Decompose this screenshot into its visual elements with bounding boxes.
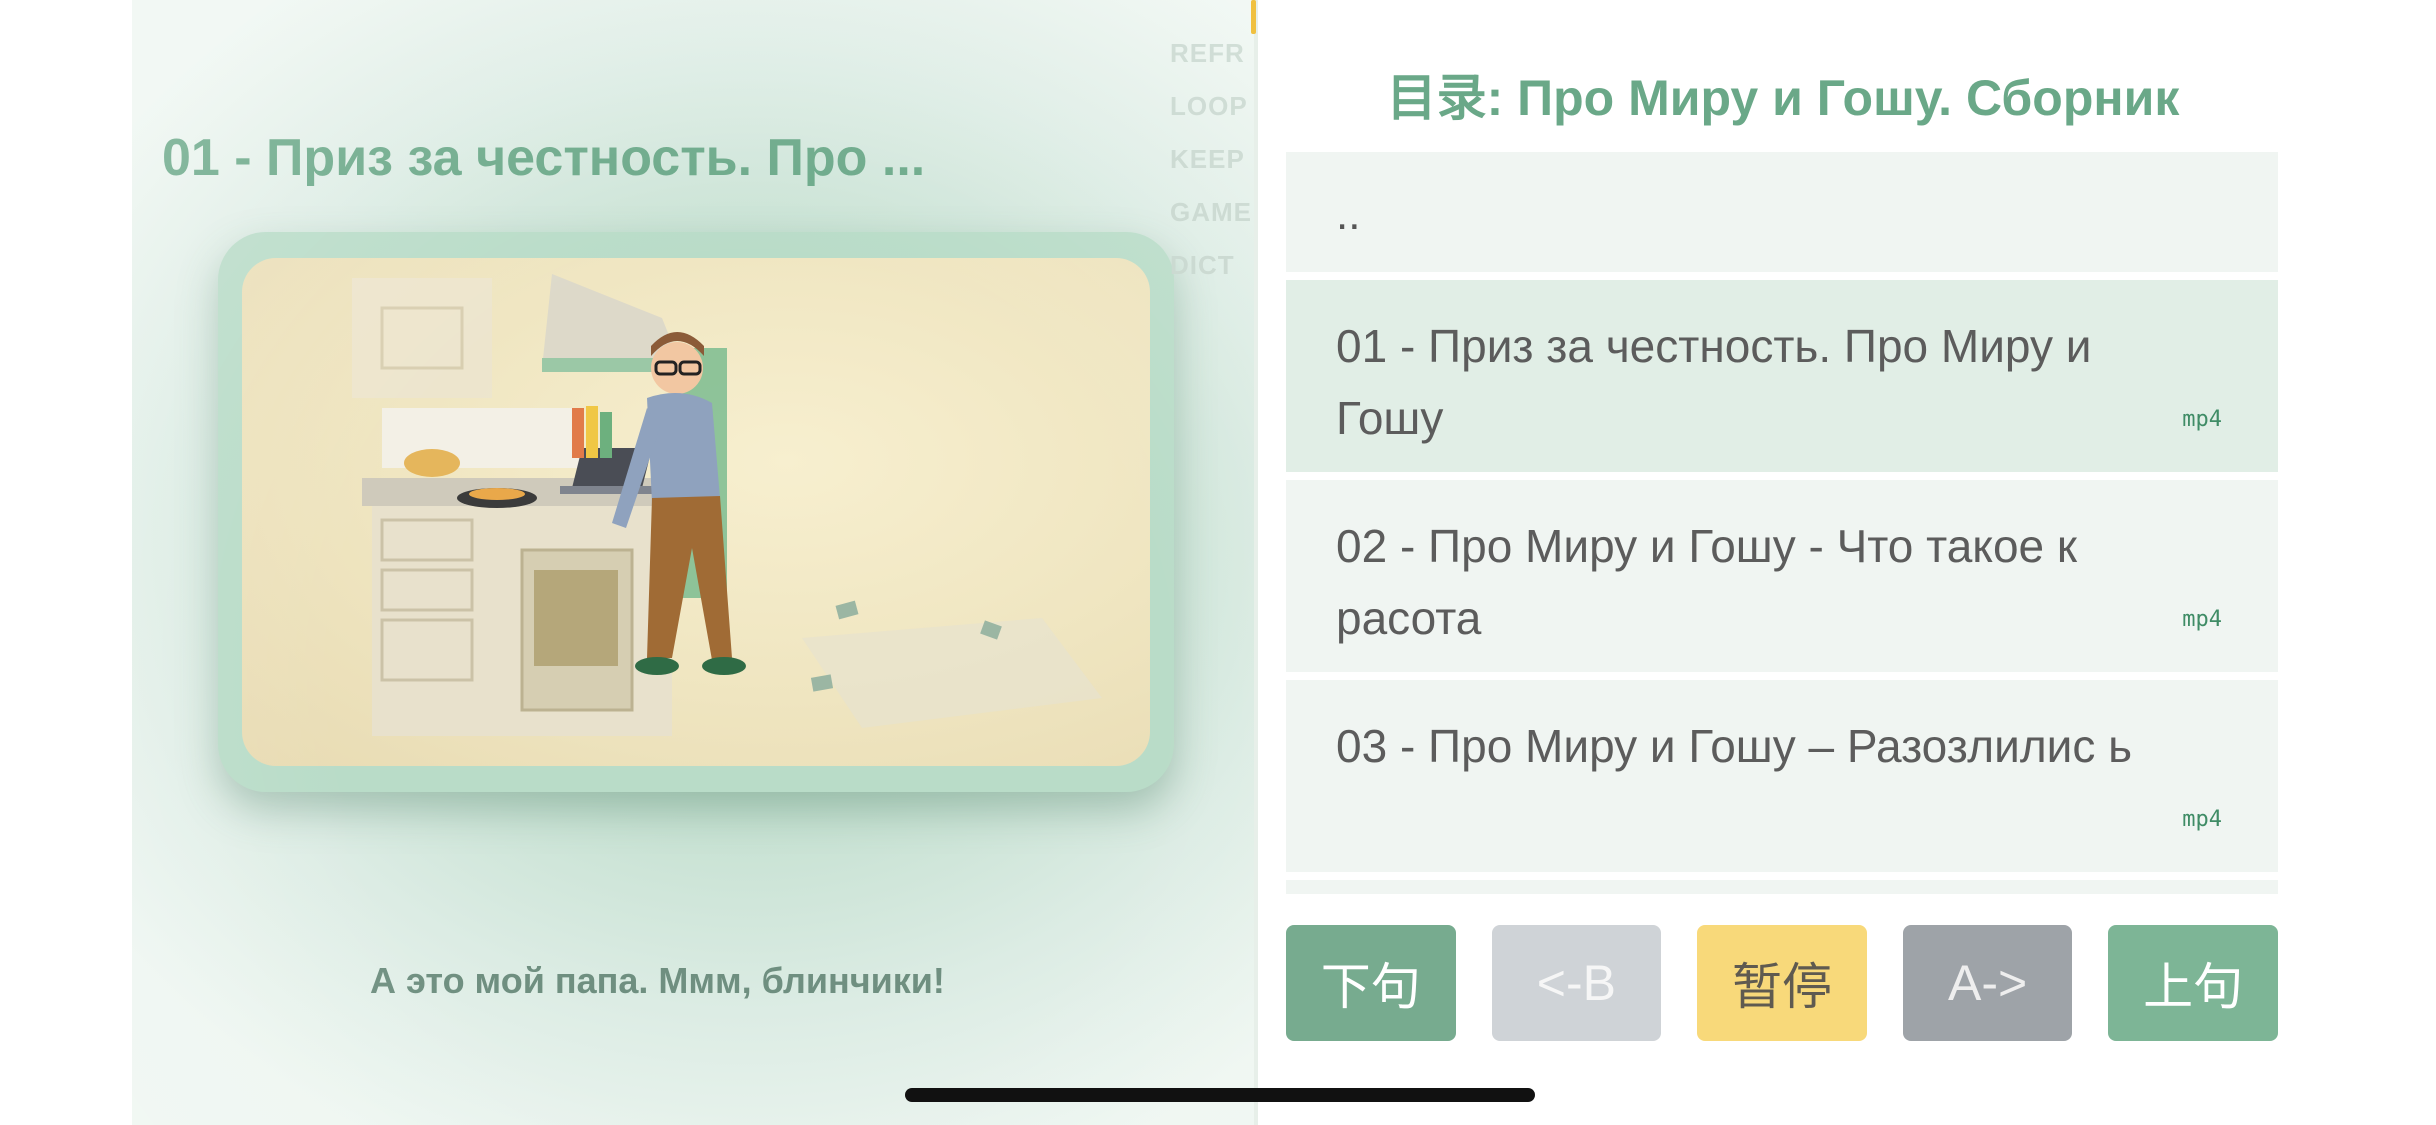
keep-toggle[interactable]: KEEP [1170,144,1252,175]
playback-controls: 下句 <-B 暂停 A-> 上句 [1286,925,2278,1041]
previous-sentence-button[interactable]: 上句 [2108,925,2278,1041]
list-item-label: 01 - Приз за честность. Про Миру и Гошу [1336,320,2092,444]
home-indicator[interactable] [905,1088,1535,1102]
video-frame [218,232,1174,792]
divider-handle[interactable] [1251,0,1256,34]
file-list[interactable]: .. 01 - Приз за честность. Про Миру и Го… [1286,152,2278,894]
list-item[interactable] [1286,880,2278,894]
side-menu: REFR LOOP KEEP GAME DICT [1170,38,1252,281]
loop-a-button[interactable]: A-> [1902,925,2073,1041]
next-sentence-button[interactable]: 下句 [1286,925,1456,1041]
loop-toggle[interactable]: LOOP [1170,91,1252,122]
directory-title: 目录: Про Миру и Гошу. Сборник [1386,70,2180,126]
list-item[interactable]: 02 - Про Миру и Гошу - Что такое к расот… [1286,480,2278,672]
playlist-panel: 目录: Про Миру и Гошу. Сборник .. 01 - При… [1258,0,2436,1125]
refresh-toggle[interactable]: REFR [1170,38,1252,69]
track-title: 01 - Приз за честность. Про ... [162,129,922,187]
player-panel: 01 - Приз за честность. Про ... А это мо… [132,0,1256,1125]
parent-directory-item[interactable]: .. [1286,152,2278,272]
file-type-badge: mp4 [2182,607,2222,632]
list-item-label: 03 - Про Миру и Гошу – Разозлилис ь [1336,720,2133,772]
loop-b-button[interactable]: <-B [1491,925,1662,1041]
file-type-badge: mp4 [2182,407,2222,432]
video-player[interactable] [242,258,1150,766]
game-toggle[interactable]: GAME [1170,197,1252,228]
list-item[interactable]: 03 - Про Миру и Гошу – Разозлилис ь mp4 [1286,680,2278,872]
pause-button[interactable]: 暂停 [1697,925,1867,1041]
subtitle-line[interactable]: А это мой папа. Ммм, блинчики! [132,960,1256,1002]
video-frame-image [352,274,1102,736]
app-screen: 01 - Приз за честность. Про ... А это мо… [0,0,2436,1125]
file-type-badge: mp4 [2182,807,2222,832]
list-item[interactable]: 01 - Приз за честность. Про Миру и Гошу … [1286,280,2278,472]
dict-toggle[interactable]: DICT [1170,250,1252,281]
list-item-label: 02 - Про Миру и Гошу - Что такое к расот… [1336,520,2078,644]
